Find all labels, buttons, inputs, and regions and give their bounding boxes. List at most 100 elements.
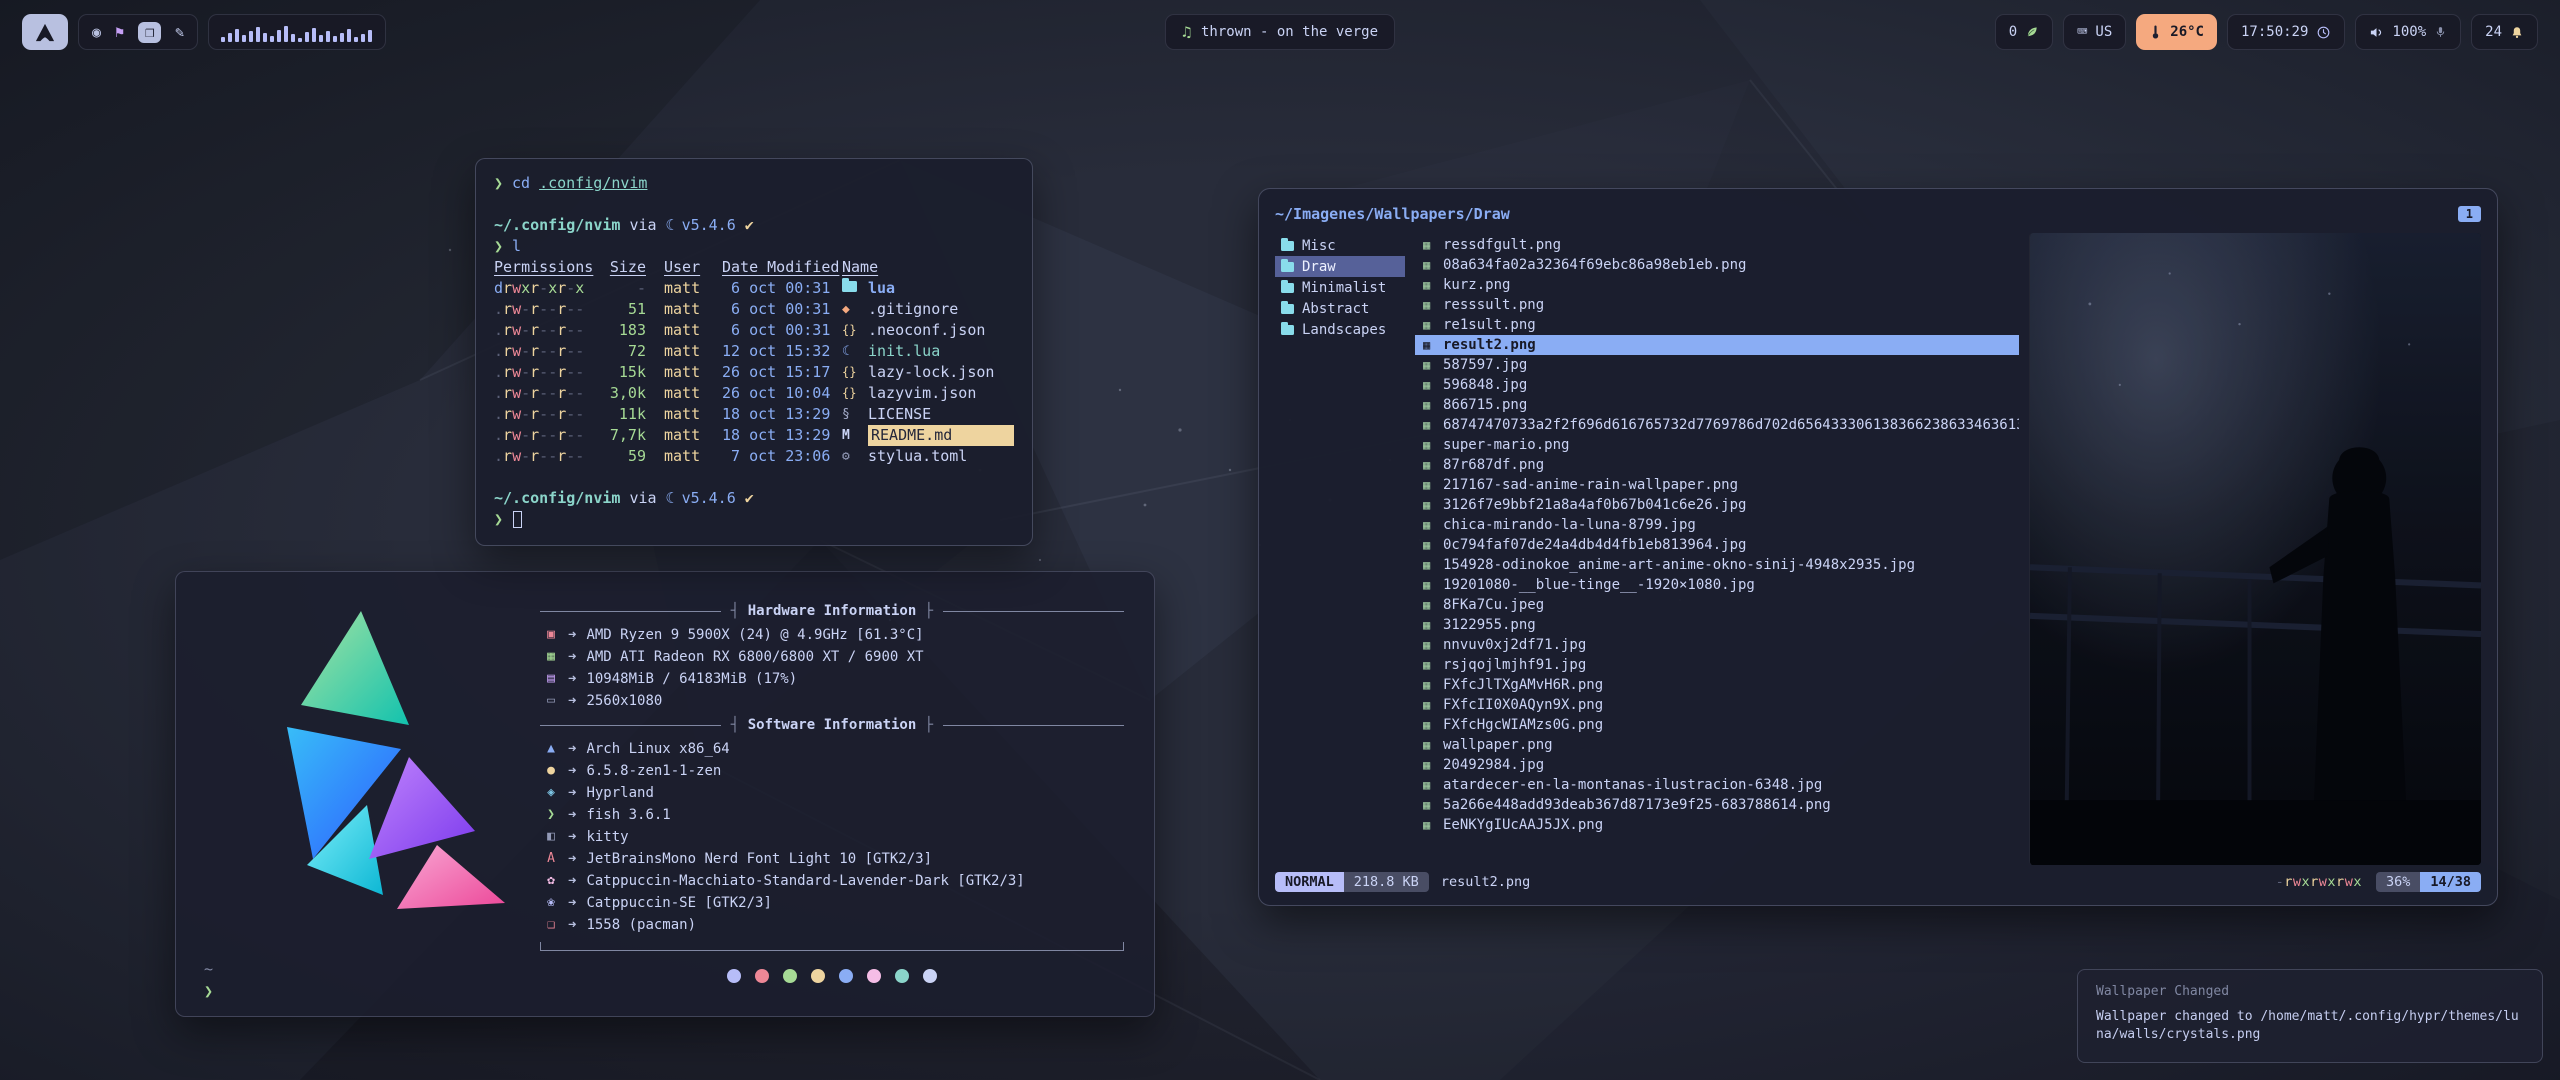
file-item[interactable]: ▦chica-mirando-la-luna-8799.jpg xyxy=(1415,515,2019,535)
media-widget[interactable]: ♫ thrown - on the verge xyxy=(1165,14,1395,50)
file-name: 5a266e448add93deab367d87173e9f25-6837886… xyxy=(1443,797,1831,813)
file-item[interactable]: ▦08a634fa02a32364f69ebc86a98eb1eb.png xyxy=(1415,255,2019,275)
volume-module[interactable]: 100% xyxy=(2355,14,2461,50)
file-item[interactable]: ▦ressdfgult.png xyxy=(1415,235,2019,255)
file-item[interactable]: ▦5a266e448add93deab367d87173e9f25-683788… xyxy=(1415,795,2019,815)
sidebar-folder-landscapes[interactable]: Landscapes xyxy=(1275,319,1405,340)
file-item[interactable]: ▦resssult.png xyxy=(1415,295,2019,315)
sidebar-folder-abstract[interactable]: Abstract xyxy=(1275,298,1405,319)
image-file-icon: ▦ xyxy=(1423,618,1443,632)
terminal-prompt-line[interactable]: ❯ xyxy=(494,509,1014,530)
fetch-terminal-window[interactable]: Hardware Information ▣➜AMD Ryzen 9 5900X… xyxy=(175,571,1155,1017)
clock-module[interactable]: 17:50:29 xyxy=(2227,14,2345,50)
terminal-command-line: ❯cd.config/nvim xyxy=(494,173,1014,194)
flag-icon[interactable]: ⚑ xyxy=(115,25,124,40)
viz-bar xyxy=(305,32,309,42)
check-icon: ✔ xyxy=(745,488,754,509)
file-item[interactable]: ▦866715.png xyxy=(1415,395,2019,415)
prompt-icon[interactable]: ❯ xyxy=(204,980,213,1002)
current-directory: ~/.config/nvim xyxy=(494,488,620,509)
fetch-line: ▤➜10948MiB / 64183MiB (17%) xyxy=(540,668,1124,690)
palette-dot xyxy=(867,969,881,983)
file-item[interactable]: ▦FXfcJlTXgAMvH6R.png xyxy=(1415,675,2019,695)
image-file-icon: ▦ xyxy=(1423,598,1443,612)
keyboard-layout-module[interactable]: ⌨ US xyxy=(2063,14,2126,50)
file-item[interactable]: ▦atardecer-en-la-montanas-ilustracion-63… xyxy=(1415,775,2019,795)
file-item[interactable]: ▦19201080-__blue-tinge__-1920×1080.jpg xyxy=(1415,575,2019,595)
file-item[interactable]: ▦FXfcHgcWIAMzs0G.png xyxy=(1415,715,2019,735)
file-item[interactable]: ▦596848.jpg xyxy=(1415,375,2019,395)
file-item[interactable]: ▦68747470733a2f2f696d616765732d7769786d7… xyxy=(1415,415,2019,435)
file-name: FXfcII0X0AQyn9X.png xyxy=(1443,697,1603,713)
file-name: 3126f7e9bbf21a8a4af0b67b041c6e26.jpg xyxy=(1443,497,1746,513)
sidebar-folder-misc[interactable]: Misc xyxy=(1275,235,1405,256)
palette-dot xyxy=(755,969,769,983)
viz-bar xyxy=(256,27,260,42)
file-permissions: drwxr-xr-x xyxy=(494,278,600,299)
file-name: 154928-odinokoe_anime-art-anime-okno-sin… xyxy=(1443,557,1915,573)
temperature-module[interactable]: 26°C xyxy=(2136,14,2217,50)
file-item[interactable]: ▦0c794faf07de24a4db4d4fb1eb813964.jpg xyxy=(1415,535,2019,555)
image-file-icon: ▦ xyxy=(1423,278,1443,292)
tab-indicator[interactable]: 1 xyxy=(2458,206,2481,222)
file-item[interactable]: ▦super-mario.png xyxy=(1415,435,2019,455)
fetch-value: fish 3.6.1 xyxy=(586,804,670,826)
fetch-value: AMD Ryzen 9 5900X (24) @ 4.9GHz [61.3°C] xyxy=(586,624,923,646)
file-permissions: .rw-r--r-- xyxy=(494,404,600,425)
file-name: wallpaper.png xyxy=(1443,737,1553,753)
updates-module[interactable]: 0 xyxy=(1995,14,2053,50)
hardware-section-header: Hardware Information xyxy=(540,600,1124,622)
prompt-icon: ❯ xyxy=(494,173,503,194)
parent-folder-list: MiscDrawMinimalistAbstractLandscapes xyxy=(1275,233,1405,865)
notification-popup[interactable]: Wallpaper Changed Wallpaper changed to /… xyxy=(2077,969,2543,1063)
viz-bar xyxy=(284,26,288,42)
browser-icon[interactable]: ◉ xyxy=(92,25,101,40)
file-item[interactable]: ▦587597.jpg xyxy=(1415,355,2019,375)
fetch-line: ❀➜Catppuccin-SE [GTK2/3] xyxy=(540,892,1124,914)
file-owner: matt xyxy=(664,362,708,383)
file-item[interactable]: ▦217167-sad-anime-rain-wallpaper.png xyxy=(1415,475,2019,495)
software-info-lines: ▲➜Arch Linux x86_64●➜6.5.8-zen1-1-zen◈➜H… xyxy=(540,738,1124,936)
file-item[interactable]: ▦re1sult.png xyxy=(1415,315,2019,335)
scroll-percent: 36% xyxy=(2376,872,2420,892)
file-item[interactable]: ▦wallpaper.png xyxy=(1415,735,2019,755)
file-item[interactable]: ▦20492984.jpg xyxy=(1415,755,2019,775)
sidebar-folder-draw[interactable]: Draw xyxy=(1275,256,1405,277)
file-item[interactable]: ▦rsjqojlmjhf91.jpg xyxy=(1415,655,2019,675)
prompt-icon: ❯ xyxy=(494,236,503,257)
file-permissions: .rw-r--r-- xyxy=(494,446,600,467)
file-date: 6 oct 00:31 xyxy=(722,320,842,341)
file-item[interactable]: ▦nnvuv0xj2df71.jpg xyxy=(1415,635,2019,655)
gallery-icon[interactable]: ❒ xyxy=(138,22,161,43)
palette-dot xyxy=(727,969,741,983)
file-item[interactable]: ▦8FKa7Cu.jpeg xyxy=(1415,595,2019,615)
theme-icon: ✿ xyxy=(540,870,562,892)
file-item[interactable]: ▦154928-odinokoe_anime-art-anime-okno-si… xyxy=(1415,555,2019,575)
file-name: 19201080-__blue-tinge__-1920×1080.jpg xyxy=(1443,577,1755,593)
file-item[interactable]: ▦87r687df.png xyxy=(1415,455,2019,475)
divider xyxy=(540,725,721,726)
file-row: .rw-r--r--51matt 6 oct 00:31◆.gitignore xyxy=(494,299,1014,320)
file-owner: matt xyxy=(664,299,708,320)
arrow-icon: ➜ xyxy=(568,738,576,760)
pen-icon[interactable]: ✎ xyxy=(175,25,184,40)
file-permissions: -rwxrwxrwx xyxy=(2276,874,2362,890)
file-size: 11k xyxy=(600,404,646,425)
notifications-module[interactable]: 24 xyxy=(2471,14,2538,50)
image-file-icon: ▦ xyxy=(1423,738,1443,752)
arrow-icon: ➜ xyxy=(568,848,576,870)
file-item[interactable]: ▦3126f7e9bbf21a8a4af0b67b041c6e26.jpg xyxy=(1415,495,2019,515)
terminal-window[interactable]: ❯cd.config/nvim ~/.config/nvimvia☾v5.4.6… xyxy=(475,158,1033,546)
arch-logo-icon xyxy=(35,23,55,42)
viz-bar xyxy=(228,33,232,42)
sidebar-folder-minimalist[interactable]: Minimalist xyxy=(1275,277,1405,298)
file-item[interactable]: ▦kurz.png xyxy=(1415,275,2019,295)
file-name: nnvuv0xj2df71.jpg xyxy=(1443,637,1586,653)
image-file-icon: ▦ xyxy=(1423,498,1443,512)
file-item[interactable]: ▦result2.png xyxy=(1415,335,2019,355)
file-item[interactable]: ▦EeNKYgIUcAAJ5JX.png xyxy=(1415,815,2019,835)
fetch-value: AMD ATI Radeon RX 6800/6800 XT / 6900 XT xyxy=(586,646,923,668)
file-item[interactable]: ▦FXfcII0X0AQyn9X.png xyxy=(1415,695,2019,715)
file-item[interactable]: ▦3122955.png xyxy=(1415,615,2019,635)
launcher-button[interactable] xyxy=(22,14,68,50)
